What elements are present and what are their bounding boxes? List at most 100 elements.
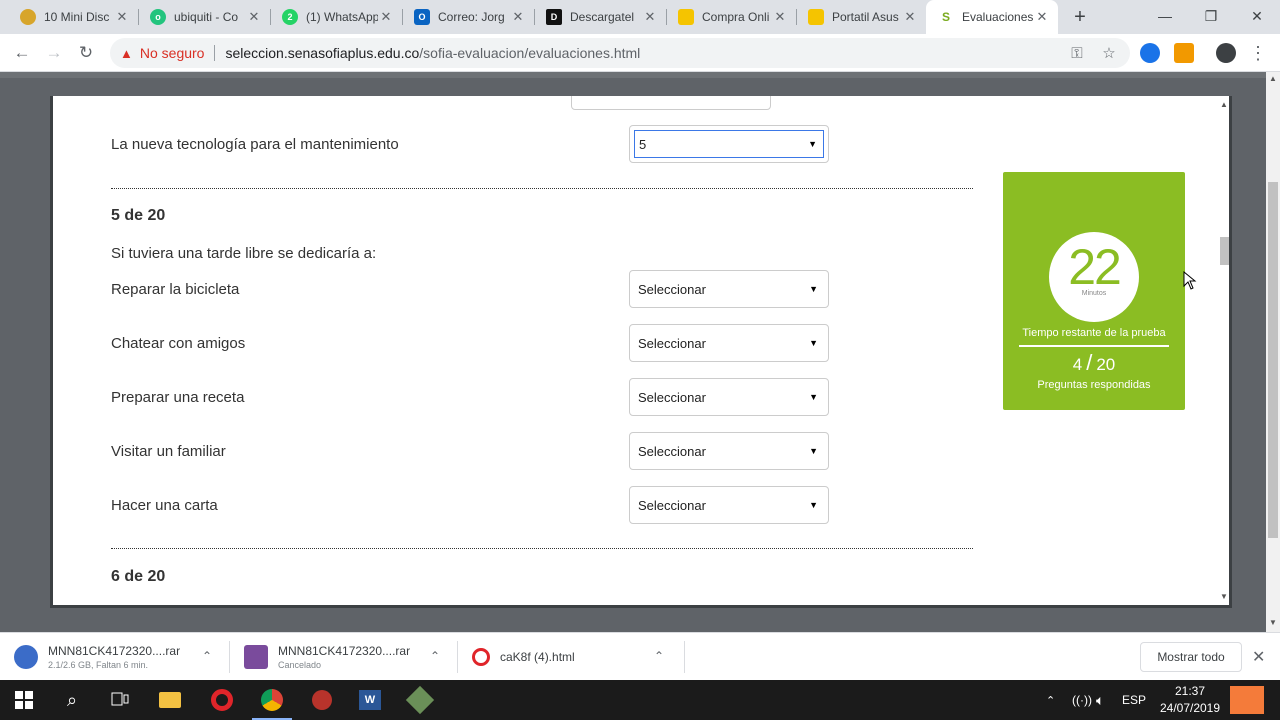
green-app-icon	[405, 685, 435, 715]
tab-title: (1) WhatsApp	[306, 10, 378, 24]
menu-icon[interactable]: ⋮	[1248, 43, 1268, 63]
page-scrollbar[interactable]: ▲ ▼	[1266, 72, 1280, 632]
task-view-icon[interactable]	[96, 680, 144, 720]
tab-title: 10 Mini Disc	[44, 10, 110, 24]
notification-icon[interactable]	[1230, 686, 1264, 714]
minutes-label: Minutos	[1081, 290, 1107, 297]
extension-off-icon[interactable]	[1174, 43, 1194, 63]
tab-descargatelo[interactable]: D Descargatel ✕	[534, 0, 666, 34]
close-window-button[interactable]: ✕	[1234, 0, 1280, 32]
question-divider	[111, 548, 973, 549]
close-icon[interactable]: ✕	[378, 9, 394, 25]
question-row: Chatear con amigos Seleccionar ▼	[111, 324, 829, 362]
minimize-button[interactable]: —	[1142, 0, 1188, 32]
opera-taskbar-icon[interactable]	[198, 680, 246, 720]
rating-select[interactable]: 5 ▼	[629, 125, 829, 163]
windows-taskbar: ⌕ W ⌃ ((·)) 🔈︎ ESP 21:37 24/07/2019	[0, 680, 1280, 720]
answered-count: 4	[1072, 355, 1083, 374]
close-icon[interactable]: ✕	[772, 9, 788, 25]
tab-evaluaciones[interactable]: S Evaluaciones ✕	[926, 0, 1058, 34]
tab-portatil-asus[interactable]: Portatil Asus ✕	[796, 0, 926, 34]
new-tab-button[interactable]: +	[1068, 5, 1092, 29]
rating-select[interactable]: Seleccionar ▼	[629, 486, 829, 524]
extension-search-icon[interactable]	[1140, 43, 1160, 63]
select-value: Seleccionar	[638, 389, 706, 405]
sofia-icon: S	[941, 10, 950, 24]
chevron-up-icon[interactable]: ⌃	[202, 649, 212, 663]
scroll-down-icon[interactable]: ▼	[1266, 618, 1280, 627]
answered-progress: 4/20	[1003, 350, 1185, 376]
tab-correo[interactable]: O Correo: Jorg ✕	[402, 0, 534, 34]
word-taskbar-icon[interactable]: W	[346, 680, 394, 720]
app-taskbar-icon[interactable]	[396, 680, 444, 720]
downloads-bar: MNN81CK4172320....rar 2.1/2.6 GB, Faltan…	[0, 632, 1280, 680]
tray-chevron-icon[interactable]: ⌃	[1046, 680, 1055, 720]
tab-title: Correo: Jorg	[438, 10, 505, 24]
forward-button[interactable]: →	[42, 41, 66, 65]
close-icon[interactable]: ✕	[114, 9, 130, 25]
close-icon[interactable]: ✕	[642, 9, 658, 25]
url-host: seleccion.senasofiaplus.edu.co	[225, 45, 420, 61]
search-icon[interactable]: ⌕	[48, 680, 96, 720]
star-icon[interactable]: ☆	[1099, 43, 1119, 63]
download-name: MNN81CK4172320....rar	[278, 644, 411, 658]
close-icon[interactable]: ✕	[510, 9, 526, 25]
rating-select[interactable]: Seleccionar ▼	[629, 324, 829, 362]
reload-button[interactable]: ↻	[74, 41, 98, 65]
question-row: Reparar la bicicleta Seleccionar ▼	[111, 270, 829, 308]
key-icon[interactable]: ⚿	[1067, 43, 1087, 63]
question-row: La nueva tecnología para el mantenimient…	[111, 125, 829, 163]
timer-circle: 22 Minutos	[1049, 232, 1139, 322]
tab-ubiquiti[interactable]: o ubiquiti - Co ✕	[138, 0, 270, 34]
app-taskbar-icon[interactable]	[298, 680, 346, 720]
clock[interactable]: 21:37 24/07/2019	[1150, 683, 1230, 717]
file-explorer-icon[interactable]	[146, 680, 194, 720]
rating-select[interactable]: Seleccionar ▼	[629, 270, 829, 308]
store-icon	[678, 9, 694, 25]
download-item[interactable]: MNN81CK4172320....rar 2.1/2.6 GB, Faltan…	[0, 633, 228, 681]
page-header-strip	[0, 72, 1266, 78]
download-item[interactable]: MNN81CK4172320....rar Cancelado ⌃	[230, 633, 456, 681]
close-icon[interactable]: ✕	[1034, 9, 1050, 25]
address-bar[interactable]: ▲ No seguro seleccion.senasofiaplus.edu.…	[110, 38, 1130, 68]
scroll-down-icon[interactable]: ▼	[1216, 592, 1229, 601]
wifi-icon[interactable]: ((·))	[1072, 680, 1092, 720]
page-viewport: La nueva tecnología para el mantenimient…	[0, 72, 1266, 632]
volume-icon[interactable]: 🔈︎	[1096, 680, 1104, 720]
restore-button[interactable]: ❐	[1188, 0, 1234, 32]
profile-avatar[interactable]	[1216, 43, 1236, 63]
close-icon[interactable]: ✕	[902, 9, 918, 25]
language-indicator[interactable]: ESP	[1122, 680, 1146, 720]
tab-title: Compra Onli	[702, 10, 770, 24]
caret-down-icon: ▼	[808, 139, 817, 149]
dc-icon: D	[546, 9, 562, 25]
tab-10-mini-disc[interactable]: 10 Mini Disc ✕	[8, 0, 138, 34]
windows-icon	[15, 691, 33, 709]
chrome-taskbar-icon[interactable]	[248, 680, 296, 720]
opera-icon	[211, 689, 233, 711]
caret-down-icon: ▼	[809, 392, 818, 402]
close-icon[interactable]: ✕	[246, 9, 262, 25]
previous-select[interactable]	[571, 96, 771, 110]
download-item[interactable]: caK8f (4).html ⌃	[458, 633, 684, 681]
scroll-thumb[interactable]	[1220, 237, 1229, 265]
select-value: Seleccionar	[638, 281, 706, 297]
chevron-up-icon[interactable]: ⌃	[430, 649, 440, 663]
tab-compra-online[interactable]: Compra Onli ✕	[666, 0, 796, 34]
show-all-button[interactable]: Mostrar todo	[1140, 642, 1242, 672]
rating-select[interactable]: Seleccionar ▼	[629, 432, 829, 470]
select-value: Seleccionar	[638, 497, 706, 513]
start-button[interactable]	[0, 680, 48, 720]
scroll-thumb[interactable]	[1268, 182, 1278, 538]
rating-select[interactable]: Seleccionar ▼	[629, 378, 829, 416]
close-icon[interactable]: ✕	[1252, 647, 1265, 667]
tab-title: Evaluaciones	[962, 10, 1034, 24]
chevron-up-icon[interactable]: ⌃	[654, 649, 664, 663]
timer-panel: 22 Minutos Tiempo restante de la prueba …	[1003, 172, 1185, 410]
back-button[interactable]: ←	[10, 41, 34, 65]
tab-whatsapp[interactable]: 2 (1) WhatsApp ✕	[270, 0, 402, 34]
question-number: 6 de 20	[111, 568, 166, 585]
card-scrollbar[interactable]: ▲ ▼	[1216, 96, 1229, 605]
scroll-up-icon[interactable]: ▲	[1266, 74, 1280, 83]
scroll-up-icon[interactable]: ▲	[1216, 100, 1229, 109]
